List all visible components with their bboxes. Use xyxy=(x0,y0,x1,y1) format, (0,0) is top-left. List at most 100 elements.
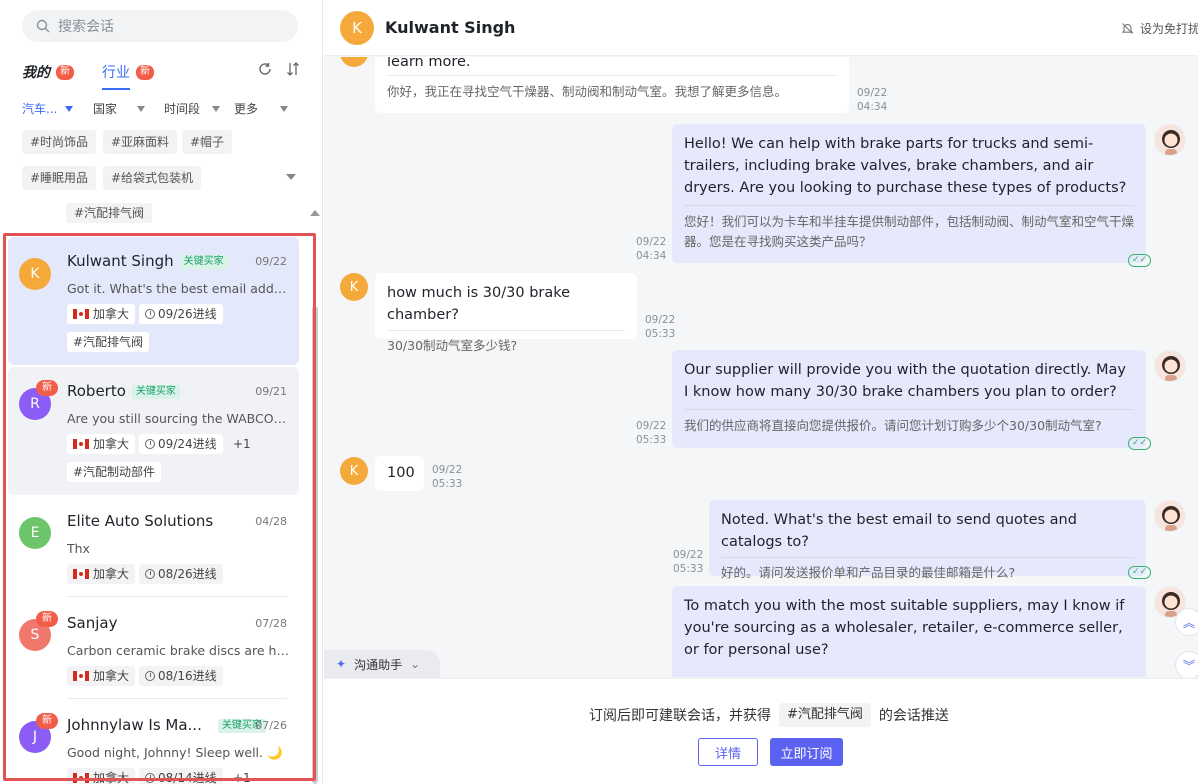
key-buyer-tag: 关键买家 xyxy=(131,385,180,399)
tag-chip[interactable]: #帽子 xyxy=(182,130,233,154)
message-bubble-outgoing[interactable]: Noted. What's the best email to send quo… xyxy=(709,500,1146,580)
message-bubble-incoming[interactable]: 100 xyxy=(375,456,424,491)
followup-label: 09/24进线 xyxy=(158,437,217,451)
canada-flag-icon xyxy=(73,671,89,681)
message-clock: 05:33 xyxy=(636,434,667,446)
details-button[interactable]: 详情 xyxy=(698,738,758,766)
message-clock: 05:33 xyxy=(673,563,704,575)
conversation-item[interactable]: J 新 Johnnylaw Is Ma... 关键买家 07/26 Good ni… xyxy=(8,701,299,784)
message-text: Noted. What's the best email to send quo… xyxy=(721,512,1077,550)
contact-name-text: Kulwant Singh xyxy=(67,252,174,270)
sort-icon[interactable] xyxy=(286,62,300,76)
message-preview: Are you still sourcing the WABCO Air Dry… xyxy=(67,411,289,426)
message-bubble-incoming[interactable]: learn more. 你好，我正在寻找空气干燥器、制动阀和制动气室。我想了解更… xyxy=(375,57,849,113)
double-chevron-down-icon: ︾ xyxy=(1182,658,1195,673)
tab-mine-new-badge: 新 xyxy=(56,64,74,80)
scroll-up-arrow-icon[interactable] xyxy=(310,210,320,216)
list-divider xyxy=(67,596,287,597)
list-scrollbar-thumb[interactable] xyxy=(312,306,318,784)
search-input[interactable]: 搜索会话 xyxy=(22,10,298,42)
followup-label: 09/26进线 xyxy=(158,307,217,321)
conversation-sidebar: 搜索会话 我的 新 行业 新 汽车... 国家 时间段 更多 #时尚饰品 #亚麻… xyxy=(0,0,323,784)
new-badge: 新 xyxy=(36,611,58,627)
message-clock: 05:33 xyxy=(432,478,463,490)
message-bubble-incoming[interactable]: how much is 30/30 brake chamber? 30/30制动… xyxy=(375,273,637,353)
search-placeholder: 搜索会话 xyxy=(58,19,114,35)
tag-chip: #汽配制动部件 xyxy=(67,462,162,482)
conversation-date: 07/28 xyxy=(255,617,287,630)
contact-name-text: Johnnylaw Is Ma... xyxy=(67,716,202,734)
conversation-date: 09/21 xyxy=(255,385,287,398)
avatar: K xyxy=(340,273,368,301)
canada-flag-icon xyxy=(73,569,89,579)
subscribe-footer: 订阅后即可建联会话，并获得 #汽配排气阀 的会话推送 详情 立即订阅 xyxy=(324,678,1198,784)
message-translation: 你好，我正在寻找空气干燥器、制动阀和制动气室。我想了解更多信息。 xyxy=(387,75,837,102)
tab-industry-new-badge: 新 xyxy=(136,64,154,80)
tab-mine-label: 我的 xyxy=(22,65,50,81)
subscribe-button[interactable]: 立即订阅 xyxy=(770,738,843,766)
clock-icon xyxy=(145,773,155,783)
country-chip: 加拿大 xyxy=(67,304,136,324)
followup-label: 08/26进线 xyxy=(158,567,217,581)
scroll-to-top-button[interactable]: ︽ xyxy=(1175,608,1198,636)
read-receipt-icon: ✓✓ xyxy=(1128,254,1151,267)
read-receipt-icon: ✓✓ xyxy=(1128,437,1151,450)
followup-chip: 08/26进线 xyxy=(139,564,223,584)
avatar: K xyxy=(340,457,368,485)
message-clock: 05:33 xyxy=(645,328,676,340)
message-preview: Good night, Johnny! Sleep well. 🌙 xyxy=(67,745,283,760)
filter-category-label: 汽车... xyxy=(22,102,58,116)
caret-down-icon xyxy=(65,105,74,112)
message-bubble-outgoing[interactable]: To match you with the most suitable supp… xyxy=(672,586,1146,677)
expand-tags-icon[interactable] xyxy=(286,174,296,180)
filter-country-label: 国家 xyxy=(93,102,118,116)
clock-icon xyxy=(145,309,155,319)
followup-chip: 08/16进线 xyxy=(139,666,223,686)
message-translation: 好的。请问发送报价单和产品目录的最佳邮箱是什么? xyxy=(721,557,1134,583)
chat-header: K Kulwant Singh 设为免打扰 xyxy=(324,0,1198,56)
filter-more[interactable]: 更多 xyxy=(234,100,289,117)
filter-period[interactable]: 时间段 xyxy=(164,100,221,117)
country-chip: 加拿大 xyxy=(67,434,136,454)
assistant-toggle[interactable]: ✦ 沟通助手 ⌄ xyxy=(324,650,440,678)
tag-chip[interactable]: #时尚饰品 xyxy=(22,130,97,154)
tab-industry[interactable]: 行业 新 xyxy=(102,62,154,90)
bell-off-icon xyxy=(1121,23,1134,34)
mute-button[interactable]: 设为免打扰 xyxy=(1121,20,1198,37)
message-bubble-outgoing[interactable]: Hello! We can help with brake parts for … xyxy=(672,124,1146,263)
message-date: 09/22 xyxy=(857,87,888,99)
message-list: K learn more. 你好，我正在寻找空气干燥器、制动阀和制动气室。我想了… xyxy=(324,57,1198,677)
agent-avatar xyxy=(1154,124,1186,156)
message-clock: 04:34 xyxy=(857,101,888,113)
contact-name-text: Roberto xyxy=(67,382,126,400)
tag-chip[interactable]: #亚麻面料 xyxy=(103,130,178,154)
tab-mine[interactable]: 我的 新 xyxy=(22,62,74,82)
refresh-icon[interactable] xyxy=(258,62,272,76)
tag-chip-selected[interactable]: #汽配排气阀 xyxy=(66,203,153,223)
conversation-item[interactable]: S 新 Sanjay 07/28 Carbon ceramic brake di… xyxy=(8,599,299,699)
tag-chip: #汽配排气阀 xyxy=(67,332,150,352)
subscribe-text-before: 订阅后即可建联会话，并获得 xyxy=(589,708,771,724)
tag-chip[interactable]: #睡眠用品 xyxy=(22,166,97,190)
search-icon xyxy=(36,19,50,33)
extra-count: +1 xyxy=(233,437,251,451)
contact-name: Sanjay xyxy=(67,614,117,632)
filter-category[interactable]: 汽车... xyxy=(22,100,74,117)
message-date: 09/22 xyxy=(636,236,667,248)
message-time: 09/22 04:34 xyxy=(857,86,887,114)
avatar: K xyxy=(19,258,51,290)
key-buyer-tag: 关键买家 xyxy=(179,255,228,269)
conversation-item[interactable]: E Elite Auto Solutions 04/28 Thx 加拿大 08/… xyxy=(8,497,299,597)
tag-chip[interactable]: #给袋式包装机 xyxy=(103,166,202,190)
country-label: 加拿大 xyxy=(93,771,130,784)
scroll-to-bottom-button[interactable]: ︾ xyxy=(1175,651,1198,677)
subscribe-text-after: 的会话推送 xyxy=(878,708,949,724)
conversation-list: K Kulwant Singh 关键买家 09/22 Got it. What's… xyxy=(8,237,308,784)
conversation-item[interactable]: K Kulwant Singh 关键买家 09/22 Got it. What's… xyxy=(8,237,299,365)
message-bubble-outgoing[interactable]: Our supplier will provide you with the q… xyxy=(672,350,1146,448)
filter-bar: 汽车... 国家 时间段 更多 xyxy=(22,100,298,118)
filter-country[interactable]: 国家 xyxy=(93,100,146,117)
message-time: 09/22 05:33 xyxy=(636,419,666,447)
message-text: Hello! We can help with brake parts for … xyxy=(684,136,1127,196)
conversation-item[interactable]: R 新 Roberto 关键买家 09/21 Are you still sour… xyxy=(8,367,299,495)
